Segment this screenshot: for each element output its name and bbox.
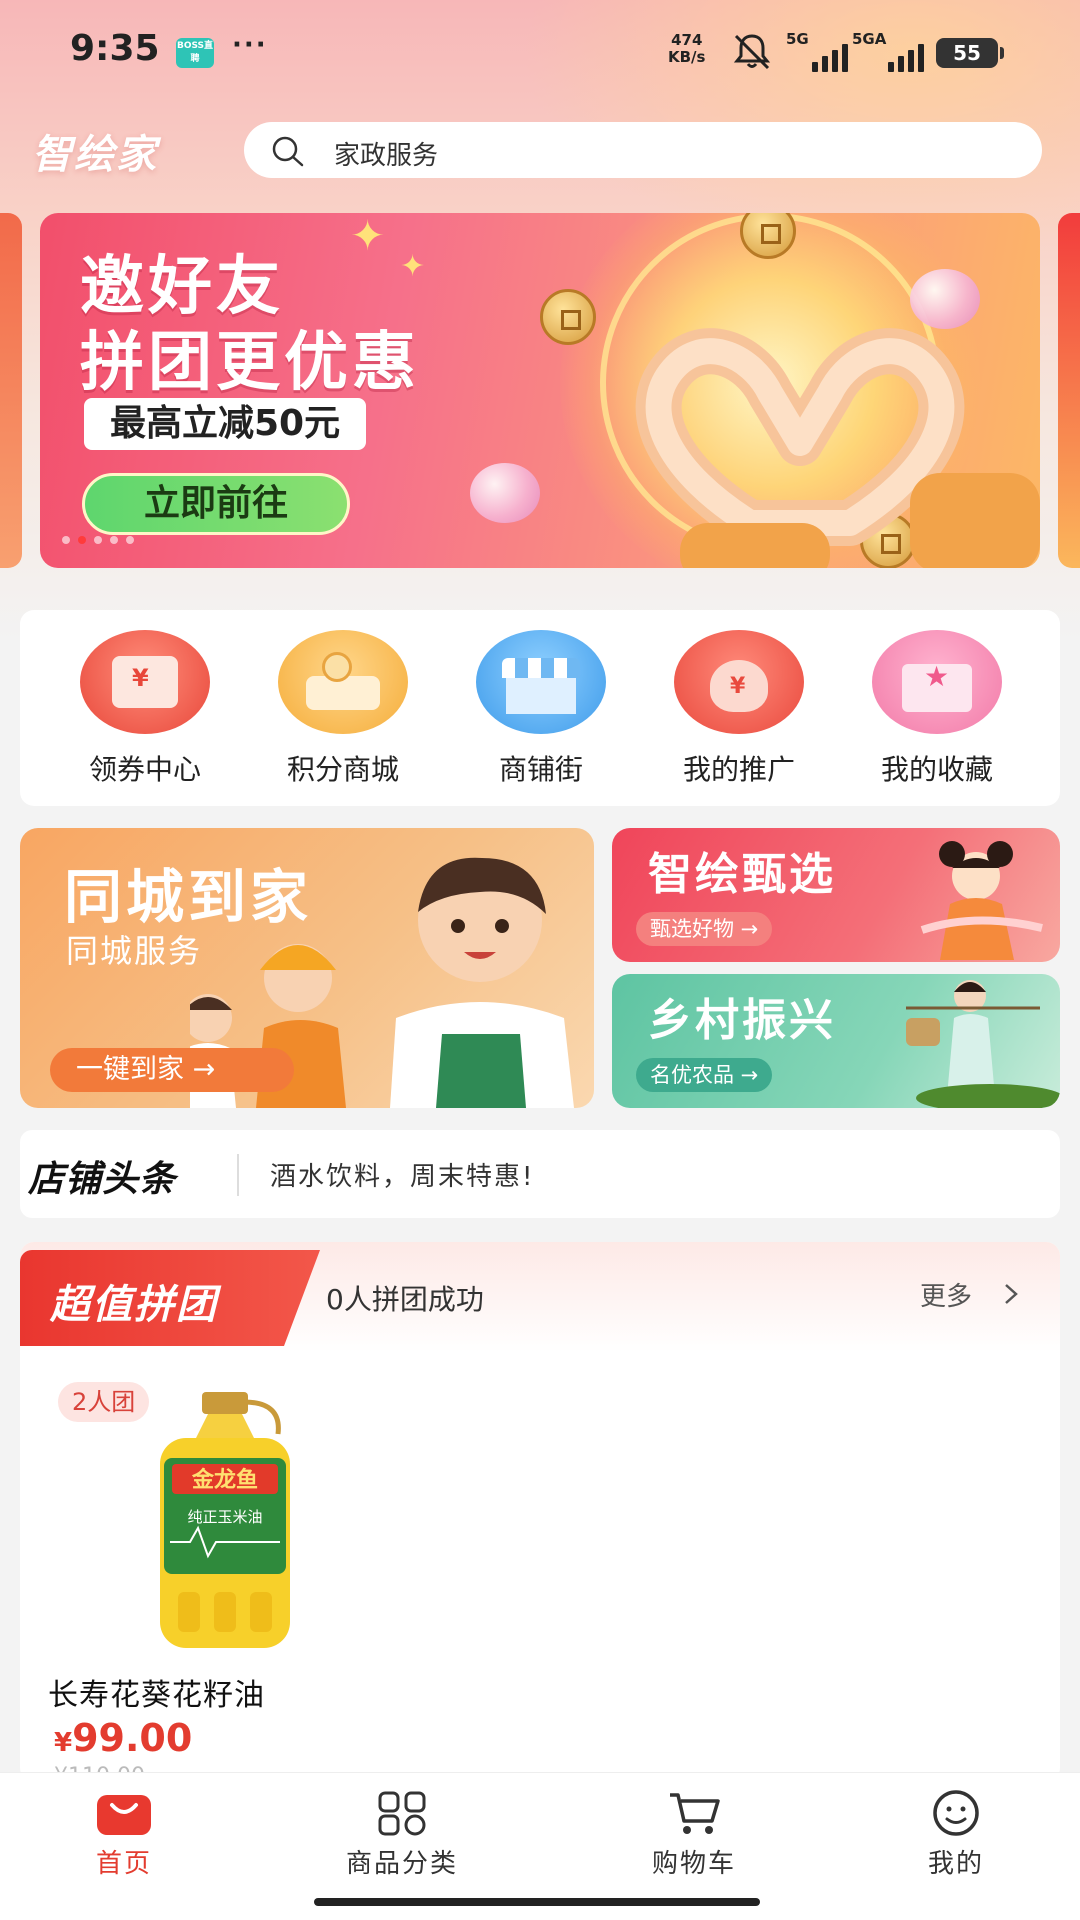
quick-item-label: 商铺街: [498, 753, 583, 786]
network-speed: 474 KB/s: [668, 32, 705, 66]
nav-label: 我的: [927, 1849, 984, 1879]
shop-street-icon: [476, 630, 606, 734]
nav-category[interactable]: 商品分类: [302, 1787, 502, 1880]
network-type-2: 5GA: [852, 30, 887, 48]
network-speed-value: 474: [671, 31, 703, 49]
search-placeholder: 家政服务: [334, 141, 439, 171]
banner-pagination: [62, 536, 134, 544]
status-time: 9:35: [70, 28, 160, 69]
nav-cart[interactable]: 购物车: [594, 1787, 794, 1880]
banner-go-button[interactable]: 立即前往: [82, 473, 350, 535]
nav-label: 商品分类: [345, 1849, 458, 1879]
banner-prev-peek[interactable]: [0, 213, 22, 568]
group-buy-more-link[interactable]: 更多: [920, 1276, 972, 1313]
group-buy-count: 0人拼团成功: [326, 1283, 484, 1316]
promo-same-city-subtitle: 同城服务: [66, 932, 203, 970]
app-logo: 智绘家: [32, 132, 158, 178]
boss-app-icon: BOSS直聘: [176, 38, 214, 68]
signal-bars-1-icon: [812, 44, 848, 72]
promo-rural-title: 乡村振兴: [648, 995, 836, 1046]
promo-curated-button[interactable]: 甄选好物 →: [636, 912, 773, 946]
promo-curated[interactable]: 智绘甄选 甄选好物 →: [612, 828, 1060, 962]
quick-item-shop-street[interactable]: 商铺街: [442, 630, 640, 800]
divider: [237, 1154, 239, 1196]
quick-item-label: 积分商城: [286, 753, 399, 786]
heart-hands-icon: [635, 328, 1040, 568]
price-currency: ¥: [54, 1728, 73, 1758]
profile-face-icon: [856, 1787, 1056, 1839]
group-buy-header: 超值拼团 0人拼团成功 更多: [20, 1242, 1060, 1352]
sparkle-icon: ✦: [350, 213, 386, 260]
group-buy-tag-text: 超值拼团: [50, 1282, 218, 1328]
pagination-dot: [126, 536, 134, 544]
home-indicator[interactable]: [314, 1898, 760, 1906]
status-more-icon: ···: [232, 30, 268, 60]
sparkle-icon: ✦: [400, 249, 426, 284]
quick-item-points-mall[interactable]: 积分商城: [244, 630, 442, 800]
promo-rural[interactable]: 乡村振兴 名优农品 →: [612, 974, 1060, 1108]
quick-item-label: 我的推广: [682, 753, 795, 786]
promotion-icon: ¥: [674, 630, 804, 734]
points-mall-icon: [278, 630, 408, 734]
bottle-sub-label: 纯正玉米油: [187, 1508, 262, 1526]
heart-bubble-icon: [470, 463, 540, 523]
promo-same-city-button[interactable]: 一键到家 →: [50, 1048, 294, 1092]
oil-bottle-image: 金龙鱼 纯正玉米油: [160, 1392, 290, 1648]
pagination-dot: [110, 536, 118, 544]
bottle-brand-label: 金龙鱼: [191, 1467, 258, 1493]
pagination-dot: [94, 536, 102, 544]
coin-icon: [540, 289, 596, 345]
banner-subtitle: 最高立减50元: [84, 398, 367, 450]
pagination-dot: [62, 536, 70, 544]
promo-curated-title: 智绘甄选: [648, 849, 836, 900]
promo-banner[interactable]: ✦ ✦ 邀好友 拼团更优惠 最高立减50元 立即前往: [40, 213, 1040, 568]
mute-bell-icon: [733, 34, 771, 70]
quick-menu: ¥ 领券中心 积分商城 商铺街 ¥ 我的推广 ★ 我的收藏: [20, 610, 1060, 806]
quick-item-label: 领券中心: [88, 753, 201, 786]
promo-same-city[interactable]: 同城到家 同城服务 一键到家 →: [20, 828, 594, 1108]
product-price: ¥99.00: [54, 1716, 192, 1760]
status-bar: 9:35 BOSS直聘 ··· 474 KB/s 5G 5GA 55: [0, 0, 1080, 100]
coupon-icon: ¥: [80, 630, 210, 734]
farmer-illustration: [906, 980, 1060, 1108]
quick-item-coupon-center[interactable]: ¥ 领券中心: [46, 630, 244, 800]
quick-item-my-favorites[interactable]: ★ 我的收藏: [838, 630, 1036, 800]
product-name: 长寿花葵花籽油: [48, 1678, 265, 1713]
banner-next-peek[interactable]: [1058, 213, 1080, 568]
home-bag-icon: [24, 1787, 224, 1839]
price-value: 99.00: [72, 1716, 193, 1760]
cart-icon: [594, 1787, 794, 1839]
favorites-icon: ★: [872, 630, 1002, 734]
curated-character-illustration: [920, 841, 1043, 960]
shop-headline-logo: 店铺头条: [28, 1159, 177, 1200]
banner-title-line2: 拼团更优惠: [80, 326, 420, 400]
shop-headline-text: 酒水饮料，周末特惠!: [270, 1162, 535, 1192]
quick-item-label: 我的收藏: [880, 753, 993, 786]
group-size-badge: 2人团: [58, 1382, 150, 1422]
nav-profile[interactable]: 我的: [856, 1787, 1056, 1880]
signal-bars-2-icon: [888, 44, 924, 72]
nav-label: 购物车: [651, 1849, 736, 1879]
network-type-1: 5G: [786, 30, 809, 48]
promo-rural-button[interactable]: 名优农品 →: [636, 1058, 773, 1092]
search-bar[interactable]: 家政服务: [244, 122, 1042, 178]
search-icon: [272, 136, 304, 167]
shop-headline-ticker[interactable]: 店铺头条 酒水饮料，周末特惠!: [20, 1130, 1060, 1218]
network-speed-unit: KB/s: [668, 48, 706, 66]
pagination-dot-active: [78, 536, 86, 544]
quick-item-my-promotion[interactable]: ¥ 我的推广: [640, 630, 838, 800]
battery-icon: 55: [936, 38, 1004, 68]
nav-home[interactable]: 首页: [24, 1787, 224, 1880]
nav-label: 首页: [95, 1849, 152, 1879]
category-grid-icon: [302, 1787, 502, 1839]
chevron-right-icon[interactable]: [1002, 1282, 1020, 1306]
group-buy-section: 超值拼团 0人拼团成功 更多 2人团 金龙鱼 纯正玉米油 长寿花葵花籽油 ¥99…: [20, 1242, 1060, 1782]
